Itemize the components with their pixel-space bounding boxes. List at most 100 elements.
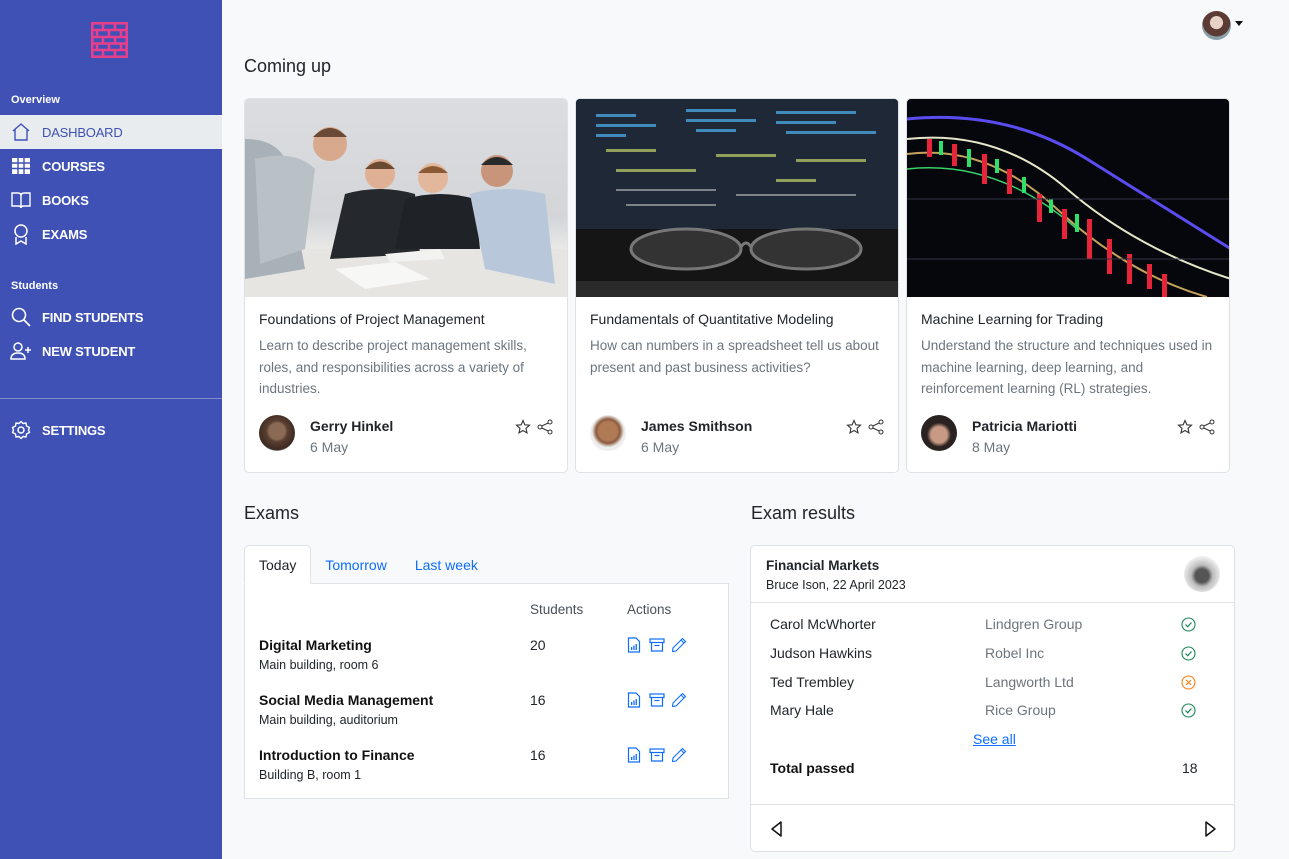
table-row: Social Media Management Main building, a… [245, 692, 728, 742]
edit-icon[interactable] [671, 692, 687, 708]
exam-results-title: Exam results [751, 503, 856, 523]
check-circle-icon [1181, 646, 1196, 661]
sidebar-item-label: DASHBOARD [42, 124, 123, 140]
exam-name: Introduction to Finance [259, 747, 415, 763]
exam-name: Social Media Management [259, 692, 434, 708]
stock-candlestick-photo [907, 99, 1229, 297]
exam-subtitle: Bruce Ison, 22 April 2023 [766, 578, 906, 592]
exams-table: Students Actions Digital Marketing Main … [244, 583, 729, 799]
course-card[interactable]: Foundations of Project Management Learn … [244, 98, 568, 473]
exam-location: Main building, room 6 [259, 658, 379, 672]
sidebar-item-new-student[interactable]: NEW STUDENT [0, 334, 222, 368]
sidebar: Overview DASHBOARD COURSES BOOKS EXAMS S… [0, 0, 222, 859]
see-all-link[interactable]: See all [973, 731, 1016, 747]
course-title[interactable]: Machine Learning for Trading [921, 311, 1215, 327]
sidebar-item-exams[interactable]: EXAMS [0, 217, 222, 251]
section-label-overview: Overview [11, 94, 60, 106]
exam-results-card: Financial Markets Bruce Ison, 22 April 2… [750, 545, 1235, 852]
check-circle-icon [1181, 617, 1196, 632]
sidebar-item-label: BOOKS [42, 192, 89, 208]
caret-down-icon[interactable] [1235, 21, 1243, 26]
tab-last-week[interactable]: Last week [401, 545, 492, 584]
star-icon[interactable] [515, 419, 531, 435]
monitor-code-glasses-photo [576, 99, 898, 297]
star-icon[interactable] [846, 419, 862, 435]
student-company: Robel Inc [985, 645, 1045, 661]
exam-name: Digital Marketing [259, 637, 372, 653]
next-icon[interactable] [1203, 820, 1217, 838]
sidebar-item-settings[interactable]: SETTINGS [0, 413, 222, 447]
student-name: Ted Trembley [770, 674, 855, 690]
section-label-students: Students [11, 280, 59, 292]
report-icon[interactable] [627, 637, 643, 653]
share-icon[interactable] [537, 419, 553, 435]
sidebar-item-find-students[interactable]: FIND STUDENTS [0, 300, 222, 334]
author-avatar [921, 415, 957, 451]
result-row: Carol McWhorter Lindgren Group [751, 616, 1234, 636]
table-icon [10, 155, 32, 177]
course-date: 8 May [972, 439, 1011, 455]
previous-icon[interactable] [770, 820, 784, 838]
author-name: James Smithson [641, 418, 753, 434]
column-header-actions: Actions [627, 602, 672, 617]
sidebar-item-books[interactable]: BOOKS [0, 183, 222, 217]
exam-student-count: 20 [530, 637, 546, 653]
result-row: Judson Hawkins Robel Inc [751, 645, 1234, 665]
sidebar-divider [0, 398, 222, 399]
edit-icon[interactable] [671, 637, 687, 653]
share-icon[interactable] [868, 419, 884, 435]
archive-icon[interactable] [649, 637, 665, 653]
course-title[interactable]: Fundamentals of Quantitative Modeling [590, 311, 884, 327]
course-title[interactable]: Foundations of Project Management [259, 311, 553, 327]
result-row: Mary Hale Rice Group [751, 702, 1234, 722]
student-company: Lindgren Group [985, 616, 1083, 632]
examiner-avatar [1184, 556, 1220, 592]
tab-tomorrow[interactable]: Tomorrow [311, 545, 400, 584]
sidebar-item-label: NEW STUDENT [42, 343, 136, 359]
report-icon[interactable] [627, 692, 643, 708]
report-icon[interactable] [627, 747, 643, 763]
exam-student-count: 16 [530, 747, 546, 763]
brick-wall-icon[interactable] [91, 22, 128, 58]
coming-up-title: Coming up [244, 56, 332, 76]
results-pager [751, 804, 1234, 852]
sidebar-item-label: SETTINGS [42, 422, 106, 438]
user-avatar[interactable] [1202, 11, 1231, 40]
archive-icon[interactable] [649, 692, 665, 708]
course-description: Understand the structure and techniques … [921, 338, 1213, 396]
result-row: Ted Trembley Langworth Ltd [751, 674, 1234, 694]
exams-title: Exams [244, 503, 300, 523]
author-name: Gerry Hinkel [310, 418, 394, 434]
book-icon [10, 189, 32, 211]
course-description: Learn to describe project management ski… [259, 338, 527, 396]
share-icon[interactable] [1199, 419, 1215, 435]
author-avatar [259, 415, 295, 451]
business-meeting-photo [245, 99, 567, 297]
edit-icon[interactable] [671, 747, 687, 763]
student-name: Carol McWhorter [770, 616, 876, 632]
student-name: Mary Hale [770, 702, 834, 718]
sidebar-item-label: EXAMS [42, 226, 88, 242]
author-name: Patricia Mariotti [972, 418, 1078, 434]
check-circle-icon [1181, 703, 1196, 718]
sidebar-item-dashboard[interactable]: DASHBOARD [0, 115, 222, 149]
table-row: Introduction to Finance Building B, room… [245, 747, 728, 797]
exam-location: Main building, auditorium [259, 713, 398, 727]
person-add-icon [10, 340, 32, 362]
course-card[interactable]: Machine Learning for Trading Understand … [906, 98, 1230, 473]
sidebar-item-courses[interactable]: COURSES [0, 149, 222, 183]
student-company: Rice Group [985, 702, 1056, 718]
total-passed-value: 18 [1182, 760, 1198, 776]
star-icon[interactable] [1177, 419, 1193, 435]
gear-icon [10, 419, 32, 441]
total-passed-label: Total passed [770, 760, 855, 776]
exam-location: Building B, room 1 [259, 768, 362, 782]
course-date: 6 May [641, 439, 680, 455]
course-card[interactable]: Fundamentals of Quantitative Modeling Ho… [575, 98, 899, 473]
exam-student-count: 16 [530, 692, 546, 708]
course-date: 6 May [310, 439, 349, 455]
course-description: How can numbers in a spreadsheet tell us… [590, 338, 879, 375]
table-row: Digital Marketing Main building, room 6 … [245, 637, 728, 687]
tab-today[interactable]: Today [244, 545, 312, 584]
archive-icon[interactable] [649, 747, 665, 763]
